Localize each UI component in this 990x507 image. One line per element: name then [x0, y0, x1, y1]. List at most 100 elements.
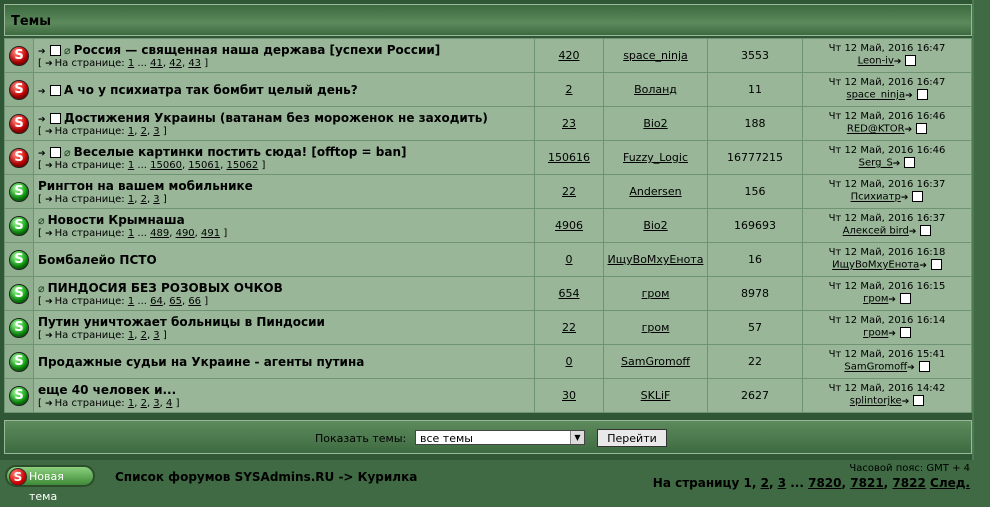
- replies-count[interactable]: 654: [559, 287, 580, 300]
- page-link[interactable]: 7821: [850, 476, 883, 490]
- replies-count[interactable]: 2: [566, 83, 573, 96]
- page-link[interactable]: 3: [778, 476, 786, 490]
- topic-author[interactable]: Воланд: [634, 83, 677, 96]
- last-post-page-icon[interactable]: [905, 55, 917, 67]
- topic-title[interactable]: Россия — священная наша держава [успехи …: [74, 43, 441, 57]
- last-post-link-icon[interactable]: ➔: [909, 226, 917, 238]
- last-post-user[interactable]: гром: [863, 328, 888, 339]
- topic-page-link[interactable]: 15062: [226, 160, 258, 171]
- topic-page-link[interactable]: 15061: [188, 160, 220, 171]
- go-to-newest-icon[interactable]: ➔: [38, 149, 46, 159]
- topic-page-link[interactable]: 65: [169, 296, 182, 307]
- last-post-page-icon[interactable]: [918, 361, 930, 373]
- new-topic-button[interactable]: S Новая тема: [5, 465, 95, 503]
- topic-page-link[interactable]: 3: [153, 398, 159, 409]
- topic-page-link[interactable]: 4: [166, 398, 172, 409]
- topic-page-link[interactable]: 15060: [150, 160, 182, 171]
- topic-page-link[interactable]: 2: [141, 126, 147, 137]
- last-post-link-icon[interactable]: ➔: [893, 158, 901, 170]
- topic-page-link[interactable]: 3: [153, 126, 159, 137]
- topic-author[interactable]: Fuzzy_Logic: [623, 151, 688, 164]
- replies-count[interactable]: 0: [566, 253, 573, 266]
- last-post-link-icon[interactable]: ➔: [907, 362, 915, 374]
- new-post-icon[interactable]: [49, 147, 61, 158]
- last-post-page-icon[interactable]: [899, 327, 911, 339]
- topic-page-link[interactable]: 41: [150, 58, 163, 69]
- last-post-user[interactable]: Serg_S: [859, 158, 893, 169]
- new-post-icon[interactable]: [49, 85, 61, 96]
- last-post-link-icon[interactable]: ➔: [902, 396, 910, 408]
- topic-page-link[interactable]: 490: [176, 228, 195, 239]
- last-post-user[interactable]: splintorjke: [850, 396, 902, 407]
- go-to-newest-icon[interactable]: ➔: [38, 115, 46, 125]
- last-post-link-icon[interactable]: ➔: [905, 124, 913, 136]
- topic-title[interactable]: Продажные судьи на Украине - агенты пути…: [38, 355, 364, 369]
- last-post-page-icon[interactable]: [930, 259, 942, 271]
- topic-filter-select[interactable]: все темы ▼: [415, 430, 585, 445]
- last-post-user[interactable]: Алексей bird: [843, 226, 909, 237]
- topic-title[interactable]: А чо у психиатра так бомбит целый день?: [64, 83, 358, 97]
- last-post-link-icon[interactable]: ➔: [919, 260, 927, 272]
- topic-page-link[interactable]: 1: [128, 296, 134, 307]
- breadcrumb[interactable]: Список форумов SYSAdmins.RU -> Курилка: [115, 470, 417, 484]
- replies-count[interactable]: 23: [562, 117, 576, 130]
- topic-page-link[interactable]: 3: [153, 330, 159, 341]
- replies-count[interactable]: 22: [562, 321, 576, 334]
- topic-author[interactable]: Bio2: [643, 219, 667, 232]
- topic-page-link[interactable]: 66: [188, 296, 201, 307]
- topic-page-link[interactable]: 1: [128, 330, 134, 341]
- last-post-link-icon[interactable]: ➔: [901, 192, 909, 204]
- topic-title[interactable]: Новости Крымнаша: [48, 213, 185, 227]
- replies-count[interactable]: 0: [566, 355, 573, 368]
- last-post-user[interactable]: RED@KTOR: [847, 124, 905, 135]
- topic-page-link[interactable]: 2: [141, 194, 147, 205]
- topic-page-link[interactable]: 489: [150, 228, 169, 239]
- topic-title[interactable]: еще 40 человек и...: [38, 383, 176, 397]
- topic-author[interactable]: SamGromoff: [621, 355, 690, 368]
- last-post-user[interactable]: SamGromoff: [844, 362, 907, 373]
- new-post-icon[interactable]: [49, 45, 61, 56]
- topic-author[interactable]: Andersen: [629, 185, 681, 198]
- page-link[interactable]: 2: [761, 476, 769, 490]
- last-post-page-icon[interactable]: [899, 293, 911, 305]
- topic-page-link[interactable]: 2: [141, 398, 147, 409]
- replies-count[interactable]: 420: [559, 49, 580, 62]
- last-post-user[interactable]: Leon-iv: [858, 56, 894, 67]
- replies-count[interactable]: 22: [562, 185, 576, 198]
- topic-page-link[interactable]: 43: [188, 58, 201, 69]
- page-link[interactable]: 7822: [892, 476, 925, 490]
- topic-page-link[interactable]: 2: [141, 330, 147, 341]
- topic-title[interactable]: Достижения Украины (ватанам без морожено…: [64, 111, 488, 125]
- chevron-down-icon[interactable]: ▼: [570, 431, 584, 444]
- topic-page-link[interactable]: 1: [128, 58, 134, 69]
- last-post-user[interactable]: гром: [863, 294, 888, 305]
- topic-title[interactable]: Рингтон на вашем мобильнике: [38, 179, 253, 193]
- replies-count[interactable]: 4906: [555, 219, 583, 232]
- last-post-link-icon[interactable]: ➔: [905, 90, 913, 102]
- topic-page-link[interactable]: 1: [128, 126, 134, 137]
- topic-author[interactable]: space_ninja: [623, 49, 688, 62]
- topic-author[interactable]: Bio2: [643, 117, 667, 130]
- topic-page-link[interactable]: 1: [128, 398, 134, 409]
- go-button[interactable]: Перейти: [597, 429, 667, 447]
- last-post-link-icon[interactable]: ➔: [888, 328, 896, 340]
- go-to-newest-icon[interactable]: ➔: [38, 87, 46, 97]
- topic-author[interactable]: ИщуВоМхуЕнота: [608, 253, 704, 266]
- topic-page-link[interactable]: 3: [153, 194, 159, 205]
- last-post-link-icon[interactable]: ➔: [894, 56, 902, 68]
- next-page-link[interactable]: След.: [930, 476, 970, 490]
- last-post-page-icon[interactable]: [904, 157, 916, 169]
- topic-author[interactable]: гром: [642, 321, 670, 334]
- topic-page-link[interactable]: 64: [150, 296, 163, 307]
- topic-author[interactable]: SKLiF: [641, 389, 671, 402]
- topic-title[interactable]: Бомбалейо ПСТО: [38, 253, 157, 267]
- last-post-page-icon[interactable]: [913, 395, 925, 407]
- last-post-link-icon[interactable]: ➔: [888, 294, 896, 306]
- topic-page-link[interactable]: 491: [201, 228, 220, 239]
- last-post-page-icon[interactable]: [920, 225, 932, 237]
- last-post-user[interactable]: space_ninja: [846, 90, 905, 101]
- topic-title[interactable]: ПИНДОСИЯ БЕЗ РОЗОВЫХ ОЧКОВ: [48, 281, 283, 295]
- topic-page-link[interactable]: 1: [128, 160, 134, 171]
- last-post-user[interactable]: ИщуВоМхуЕнота: [832, 260, 919, 271]
- go-to-newest-icon[interactable]: ➔: [38, 47, 46, 57]
